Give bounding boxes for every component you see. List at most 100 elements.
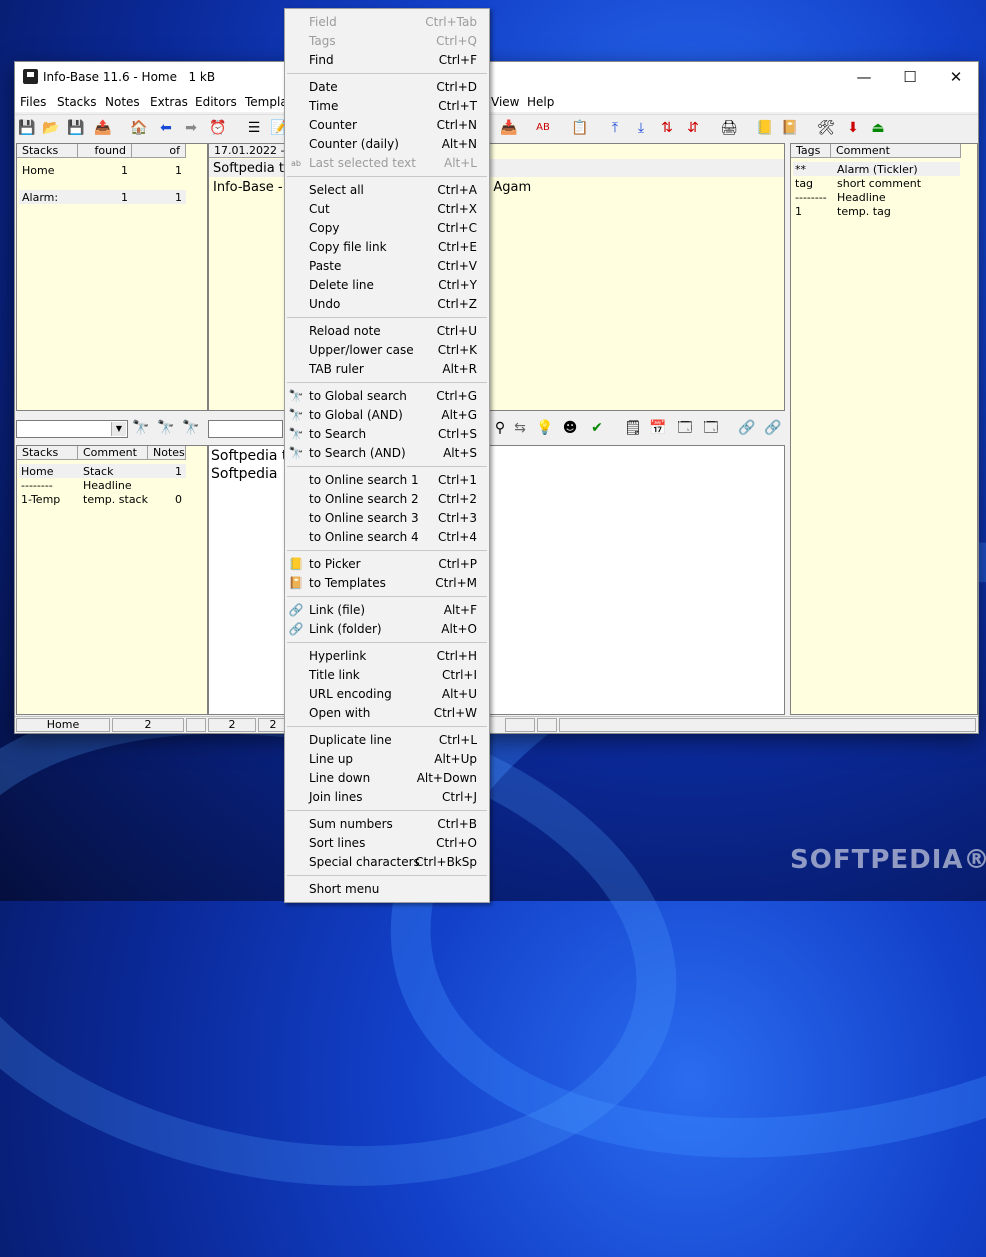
tools-icon[interactable]: 🛠 <box>816 118 836 138</box>
col-header-stacks[interactable]: Stacks <box>17 144 78 158</box>
menu-item-to-online-search-2[interactable]: to Online search 2 Ctrl+2 <box>285 490 489 509</box>
menu-item-time[interactable]: Time Ctrl+T <box>285 97 489 116</box>
back-arrow-icon[interactable]: ⬅ <box>156 118 176 138</box>
move-alt-icon[interactable]: ⇵ <box>683 118 703 138</box>
stack-search-combo[interactable]: ▼ <box>16 420 128 438</box>
menu-item-date[interactable]: Date Ctrl+D <box>285 78 489 97</box>
copy-icon[interactable]: 📋 <box>570 118 590 138</box>
menu-item-url-encoding[interactable]: URL encoding Alt+U <box>285 685 489 704</box>
table-row[interactable]: tag <box>795 177 813 190</box>
menu-item-sum-numbers[interactable]: Sum numbers Ctrl+B <box>285 815 489 834</box>
ab-icon[interactable]: AB <box>533 118 553 138</box>
menu-item-to-search-and[interactable]: 🔭 to Search (AND) Alt+S <box>285 444 489 463</box>
menu-item-duplicate-line[interactable]: Duplicate line Ctrl+L <box>285 731 489 750</box>
menu-item-hyperlink[interactable]: Hyperlink Ctrl+H <box>285 647 489 666</box>
menu-item-to-online-search-1[interactable]: to Online search 1 Ctrl+1 <box>285 471 489 490</box>
picker-icon[interactable]: 📒 <box>755 118 775 138</box>
menu-item-find[interactable]: Find Ctrl+F <box>285 51 489 70</box>
note-line[interactable]: Softpedia te <box>213 161 292 176</box>
menu-item-line-down[interactable]: Line down Alt+Down <box>285 769 489 788</box>
menu-item-cut[interactable]: Cut Ctrl+X <box>285 200 489 219</box>
open-folder-icon[interactable]: 📂 <box>41 118 61 138</box>
table-row[interactable]: 1-Temp <box>21 493 60 506</box>
spellcheck-icon[interactable]: ✔ <box>587 418 607 438</box>
import-icon[interactable]: 📥 <box>499 118 519 138</box>
menu-item-delete-line[interactable]: Delete line Ctrl+Y <box>285 276 489 295</box>
menu-item-tab-ruler[interactable]: TAB ruler Alt+R <box>285 360 489 379</box>
chevron-down-icon[interactable]: ▼ <box>111 422 126 436</box>
col-header-comment[interactable]: Comment <box>831 144 961 158</box>
export-icon[interactable]: 📤 <box>93 118 113 138</box>
menu-item-link-file[interactable]: 🔗 Link (file) Alt+F <box>285 601 489 620</box>
menu-item-select-all[interactable]: Select all Ctrl+A <box>285 181 489 200</box>
menu-item-open-with[interactable]: Open with Ctrl+W <box>285 704 489 723</box>
notepad-icon[interactable]: 🗒 <box>623 418 643 438</box>
menu-item-line-up[interactable]: Line up Alt+Up <box>285 750 489 769</box>
link-folder-icon[interactable]: 🔗 <box>763 418 783 438</box>
list-icon[interactable]: ☰ <box>244 118 264 138</box>
menu-item-to-global-and[interactable]: 🔭 to Global (AND) Alt+G <box>285 406 489 425</box>
menu-item-copy[interactable]: Copy Ctrl+C <box>285 219 489 238</box>
col-header-stacks[interactable]: Stacks <box>17 446 78 460</box>
col-header-found[interactable]: found <box>78 144 132 158</box>
table-row[interactable]: -------- <box>795 191 827 204</box>
table-row[interactable]: -------- <box>21 479 53 492</box>
table-row[interactable]: ** <box>795 163 806 176</box>
table-row[interactable]: Home <box>22 164 54 177</box>
col-header-tags[interactable]: Tags <box>791 144 831 158</box>
menu-help[interactable]: Help <box>527 95 554 109</box>
templates-icon[interactable]: 📔 <box>780 118 800 138</box>
swap-icon[interactable]: ⇆ <box>510 418 530 438</box>
col-header-of[interactable]: of <box>132 144 186 158</box>
download-icon[interactable]: ⬇ <box>843 118 863 138</box>
menu-item-upper-lower-case[interactable]: Upper/lower case Ctrl+K <box>285 341 489 360</box>
editor-line[interactable]: Softpedia <box>211 466 277 482</box>
link-file-icon[interactable]: 🔗 <box>737 418 757 438</box>
search-and-icon[interactable]: 🔭 <box>156 418 176 438</box>
menu-files[interactable]: Files <box>20 95 46 109</box>
calendar-icon[interactable]: 📅 <box>648 418 668 438</box>
forward-arrow-icon[interactable]: ➡ <box>181 118 201 138</box>
menu-extras[interactable]: Extras <box>150 95 188 109</box>
minimize-button[interactable]: — <box>841 62 887 92</box>
save-icon[interactable]: 💾 <box>17 118 37 138</box>
close-button[interactable]: ✕ <box>933 62 979 92</box>
menu-item-to-search[interactable]: 🔭 to Search Ctrl+S <box>285 425 489 444</box>
menu-item-paste[interactable]: Paste Ctrl+V <box>285 257 489 276</box>
face-icon[interactable]: ☻ <box>560 418 580 438</box>
menu-notes[interactable]: Notes <box>105 95 140 109</box>
menu-editors[interactable]: Editors <box>195 95 237 109</box>
filter-icon[interactable]: ⚲ <box>490 418 510 438</box>
table-row[interactable]: 1 <box>795 205 802 218</box>
menu-item-sort-lines[interactable]: Sort lines Ctrl+O <box>285 834 489 853</box>
col-header-notes[interactable]: Notes <box>148 446 186 460</box>
menu-item-to-picker[interactable]: 📒 to Picker Ctrl+P <box>285 555 489 574</box>
window-alt-icon[interactable]: 🗔 <box>701 418 721 438</box>
search-binoculars-icon[interactable]: 🔭 <box>131 418 151 438</box>
menu-item-counter[interactable]: Counter Ctrl+N <box>285 116 489 135</box>
save-as-icon[interactable]: 💾 <box>66 118 86 138</box>
search-add-icon[interactable]: 🔭 <box>181 418 201 438</box>
menu-item-copy-file-link[interactable]: Copy file link Ctrl+E <box>285 238 489 257</box>
move-down-icon[interactable]: ⤓ <box>631 118 651 138</box>
alarm-icon[interactable]: ⏰ <box>208 118 228 138</box>
menu-item-to-templates[interactable]: 📔 to Templates Ctrl+M <box>285 574 489 593</box>
menu-item-to-global-search[interactable]: 🔭 to Global search Ctrl+G <box>285 387 489 406</box>
menu-item-reload-note[interactable]: Reload note Ctrl+U <box>285 322 489 341</box>
print-icon[interactable]: 🖨 <box>719 118 739 138</box>
home-icon[interactable]: 🏠 <box>129 118 149 138</box>
menu-item-join-lines[interactable]: Join lines Ctrl+J <box>285 788 489 807</box>
move-top-icon[interactable]: ⤒ <box>605 118 625 138</box>
menu-item-special-characters[interactable]: Special characters Ctrl+BkSp <box>285 853 489 872</box>
menu-item-counter-daily[interactable]: Counter (daily) Alt+N <box>285 135 489 154</box>
menu-item-to-online-search-4[interactable]: to Online search 4 Ctrl+4 <box>285 528 489 547</box>
menu-item-link-folder[interactable]: 🔗 Link (folder) Alt+O <box>285 620 489 639</box>
col-header-comment[interactable]: Comment <box>78 446 148 460</box>
exit-icon[interactable]: ⏏ <box>868 118 888 138</box>
menu-item-title-link[interactable]: Title link Ctrl+I <box>285 666 489 685</box>
table-row[interactable]: Alarm: <box>22 191 58 204</box>
window-icon[interactable]: 🗔 <box>675 418 695 438</box>
move-icon[interactable]: ⇅ <box>657 118 677 138</box>
note-search-combo[interactable] <box>208 420 283 438</box>
menu-stacks[interactable]: Stacks <box>57 95 96 109</box>
